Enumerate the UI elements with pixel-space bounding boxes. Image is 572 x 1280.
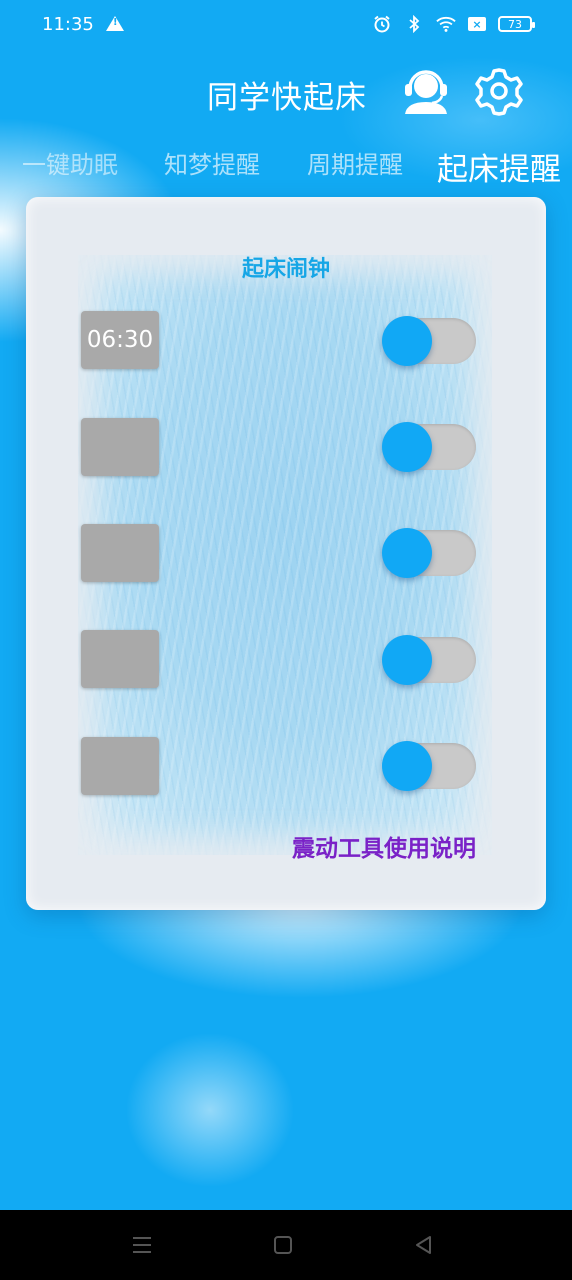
vibration-guide-link[interactable]: 震动工具使用说明 — [292, 829, 476, 863]
alarm-time-1[interactable]: 06:30 — [81, 311, 159, 369]
alarm-icon — [372, 14, 392, 34]
panel-title: 起床闹钟 — [241, 257, 330, 282]
toggle-knob — [382, 422, 432, 472]
status-bar: 11:35 × 73 — [0, 0, 572, 52]
alarm-time-5[interactable] — [81, 737, 159, 795]
tab-cycle-reminder[interactable]: 周期提醒 — [307, 145, 403, 180]
status-icons: × 73 — [372, 14, 535, 34]
toggle-knob — [382, 741, 432, 791]
menu-icon[interactable] — [127, 1230, 157, 1260]
app-title: 同学快起床 — [207, 80, 367, 116]
tab-sleep-aid[interactable]: 一键助眠 — [22, 145, 118, 180]
battery-icon: 73 — [498, 16, 535, 32]
alarm-toggle-4[interactable] — [382, 634, 476, 686]
alarm-toggle-5[interactable] — [382, 740, 476, 792]
warning-icon — [106, 16, 124, 31]
home-icon[interactable] — [268, 1230, 298, 1260]
alarm-time-3[interactable] — [81, 524, 159, 582]
tab-dream-reminder[interactable]: 知梦提醒 — [164, 145, 260, 180]
tab-wakeup-reminder[interactable]: 起床提醒 — [437, 144, 561, 189]
alarm-panel: 起床闹钟 06:30 震动工具使用说明 — [26, 197, 546, 910]
alarm-time-4[interactable] — [81, 630, 159, 688]
alarm-toggle-1[interactable] — [382, 315, 476, 367]
toggle-knob — [382, 528, 432, 578]
alarm-toggle-3[interactable] — [382, 527, 476, 579]
status-time: 11:35 — [42, 14, 94, 35]
toggle-knob — [382, 635, 432, 685]
alarm-time-2[interactable] — [81, 418, 159, 476]
wifi-icon — [436, 14, 456, 34]
back-icon[interactable] — [409, 1230, 439, 1260]
sim-x-icon: × — [468, 17, 486, 31]
customer-service-icon[interactable] — [400, 66, 452, 116]
bluetooth-icon — [404, 14, 424, 34]
navigation-bar — [0, 1210, 572, 1280]
alarm-toggle-2[interactable] — [382, 421, 476, 473]
toggle-knob — [382, 316, 432, 366]
gear-icon[interactable] — [474, 66, 524, 116]
